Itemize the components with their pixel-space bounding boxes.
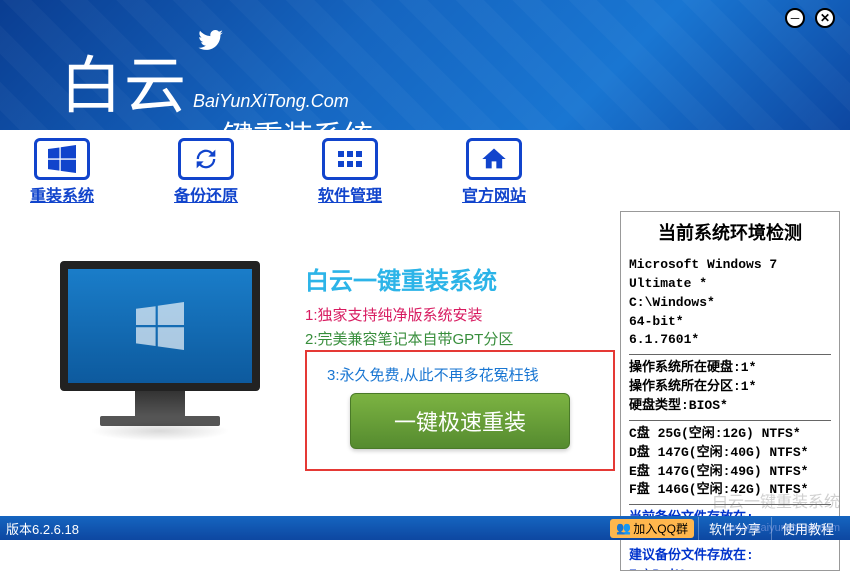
suggest-label: 建议备份文件存放在: xyxy=(629,547,831,566)
logo-url: BaiYunXiTong.Com xyxy=(193,91,373,112)
drive-d: D盘 147G(空闲:40G) NTFS* xyxy=(629,444,831,463)
main-nav: 重装系统 备份还原 软件管理 官方网站 xyxy=(0,130,850,211)
nav-label: 软件管理 xyxy=(318,182,382,206)
action-box: 3:永久免费,从此不再多花冤枉钱 一键极速重装 xyxy=(305,350,615,471)
minimize-button[interactable]: ─ xyxy=(785,8,805,28)
footer-bar: 版本6.2.6.18 👥 加入QQ群 软件分享 使用教程 xyxy=(0,516,850,540)
app-header: 白云 BaiYunXiTong.Com 一键重装系统 ─ ✕ xyxy=(0,0,850,130)
logo-area: 白云 BaiYunXiTong.Com 一键重装系统 xyxy=(60,35,373,130)
promo-line-1: 1:独家支持纯净版系统安装 xyxy=(305,304,615,325)
nav-official-site[interactable]: 官方网站 xyxy=(462,138,526,206)
nav-software[interactable]: 软件管理 xyxy=(318,138,382,206)
nav-label: 备份还原 xyxy=(174,182,238,206)
part-os: 操作系统所在分区:1* xyxy=(629,378,831,397)
home-icon xyxy=(466,138,522,180)
nav-label: 官方网站 xyxy=(462,182,526,206)
monitor-illustration xyxy=(60,261,260,426)
refresh-icon xyxy=(178,138,234,180)
grid-icon xyxy=(322,138,378,180)
nav-reinstall[interactable]: 重装系统 xyxy=(30,138,94,206)
promo-line-2: 2:完美兼容笔记本自带GPT分区 xyxy=(305,328,615,349)
reinstall-button[interactable]: 一键极速重装 xyxy=(350,393,570,449)
windows-icon xyxy=(34,138,90,180)
drive-f: F盘 146G(空闲:42G) NTFS* xyxy=(629,481,831,500)
qq-label: 加入QQ群 xyxy=(633,520,688,537)
close-button[interactable]: ✕ xyxy=(815,8,835,28)
os-path: C:\Windows* xyxy=(629,294,831,313)
drive-e: E盘 147G(空闲:49G) NTFS* xyxy=(629,463,831,482)
promo-title: 白云一键重装系统 xyxy=(305,261,615,296)
panel-title: 当前系统环境检测 xyxy=(629,220,831,246)
logo-slogan: 一键重装系统 xyxy=(193,112,373,130)
share-button[interactable]: 软件分享 xyxy=(698,517,771,540)
disk-type: 硬盘类型:BIOS* xyxy=(629,397,831,416)
logo-text-cn: 白云 xyxy=(60,35,188,125)
windows-logo-icon xyxy=(136,302,184,350)
disk-os: 操作系统所在硬盘:1* xyxy=(629,359,831,378)
os-build: 6.1.7601* xyxy=(629,331,831,350)
tutorial-button[interactable]: 使用教程 xyxy=(771,517,844,540)
qq-group-button[interactable]: 👥 加入QQ群 xyxy=(610,519,694,538)
version-label: 版本6.2.6.18 xyxy=(6,519,79,538)
nav-label: 重装系统 xyxy=(30,182,94,206)
os-arch: 64-bit* xyxy=(629,313,831,332)
window-controls: ─ ✕ xyxy=(785,8,835,28)
os-name: Microsoft Windows 7 Ultimate * xyxy=(629,256,831,294)
suggest-path: E:\BaiYun xyxy=(629,566,831,571)
promo-line-3: 3:永久免费,从此不再多花冤枉钱 xyxy=(327,364,593,385)
drive-c: C盘 25G(空闲:12G) NTFS* xyxy=(629,425,831,444)
nav-backup[interactable]: 备份还原 xyxy=(174,138,238,206)
promo-box: 白云一键重装系统 1:独家支持纯净版系统安装 2:完美兼容笔记本自带GPT分区 … xyxy=(305,261,615,471)
qq-icon: 👥 xyxy=(616,521,631,535)
